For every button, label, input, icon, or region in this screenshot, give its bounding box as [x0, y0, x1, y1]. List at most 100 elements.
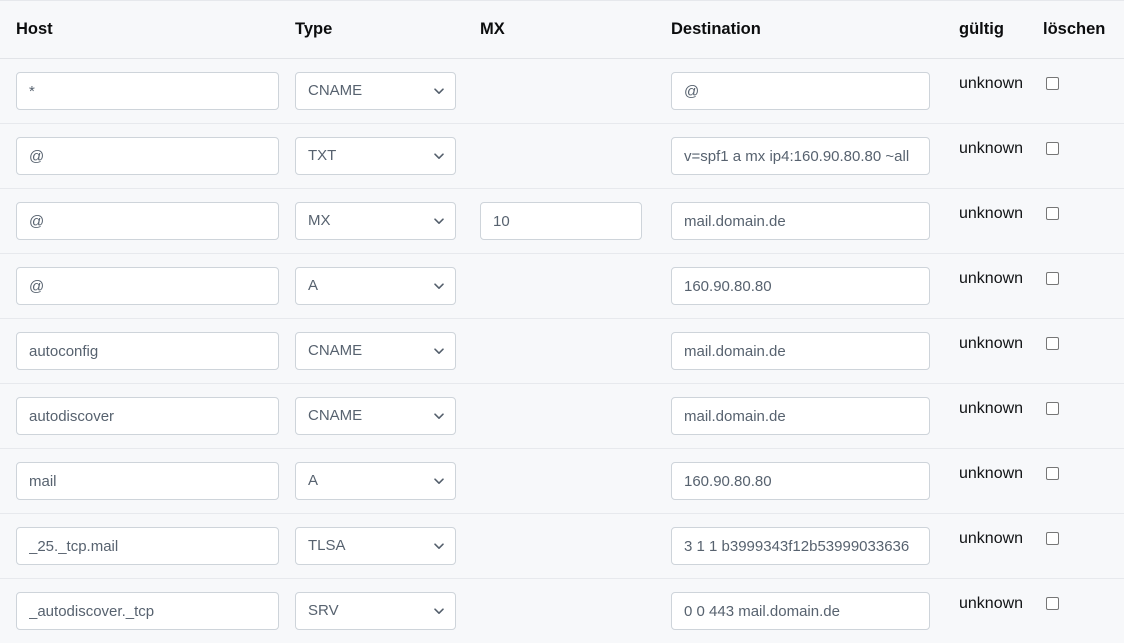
- host-input-wrapper: [16, 137, 279, 175]
- host-input[interactable]: [16, 137, 279, 175]
- host-input-wrapper: [16, 202, 279, 240]
- type-select[interactable]: AAAAACNAMEMXTXTSRVTLSANSCAA: [295, 137, 456, 175]
- cell-loeschen: [1038, 58, 1124, 124]
- cell-host: [0, 578, 287, 643]
- type-select[interactable]: AAAAACNAMEMXTXTSRVTLSANSCAA: [295, 592, 456, 630]
- host-input[interactable]: [16, 462, 279, 500]
- dns-records-table: Host Type MX Destination gültig löschen …: [0, 0, 1124, 643]
- host-input-wrapper: [16, 462, 279, 500]
- destination-input-wrapper: [671, 72, 930, 110]
- column-header-loeschen: löschen: [1038, 0, 1124, 59]
- destination-input[interactable]: [671, 462, 930, 500]
- type-select-wrapper: AAAAACNAMEMXTXTSRVTLSANSCAA: [295, 267, 456, 305]
- cell-host: [0, 58, 287, 124]
- cell-type: AAAAACNAMEMXTXTSRVTLSANSCAA: [287, 448, 472, 514]
- table-row: AAAAACNAMEMXTXTSRVTLSANSCAA unknown: [0, 58, 1124, 124]
- cell-mx: [472, 123, 658, 189]
- cell-mx: [472, 188, 658, 254]
- cell-host: [0, 513, 287, 579]
- validity-status: unknown: [959, 205, 1024, 222]
- cell-mx: [472, 448, 658, 514]
- cell-loeschen: [1038, 578, 1124, 643]
- cell-gueltig: unknown: [946, 383, 1038, 449]
- cell-host: [0, 448, 287, 514]
- table-row: AAAAACNAMEMXTXTSRVTLSANSCAA unknown: [0, 578, 1124, 643]
- host-input[interactable]: [16, 527, 279, 565]
- host-input[interactable]: [16, 397, 279, 435]
- cell-destination: [658, 253, 946, 319]
- cell-gueltig: unknown: [946, 188, 1038, 254]
- host-input[interactable]: [16, 267, 279, 305]
- table-row: AAAAACNAMEMXTXTSRVTLSANSCAA unknown: [0, 383, 1124, 449]
- host-input-wrapper: [16, 592, 279, 630]
- cell-destination: [658, 448, 946, 514]
- mx-priority-input[interactable]: [480, 202, 642, 240]
- table-row: AAAAACNAMEMXTXTSRVTLSANSCAA unknown: [0, 188, 1124, 254]
- destination-input[interactable]: [671, 137, 930, 175]
- cell-gueltig: unknown: [946, 578, 1038, 643]
- cell-gueltig: unknown: [946, 58, 1038, 124]
- cell-loeschen: [1038, 448, 1124, 514]
- host-input-wrapper: [16, 72, 279, 110]
- host-input[interactable]: [16, 202, 279, 240]
- cell-destination: [658, 188, 946, 254]
- cell-host: [0, 123, 287, 189]
- type-select[interactable]: AAAAACNAMEMXTXTSRVTLSANSCAA: [295, 72, 456, 110]
- type-select[interactable]: AAAAACNAMEMXTXTSRVTLSANSCAA: [295, 202, 456, 240]
- cell-loeschen: [1038, 123, 1124, 189]
- destination-input[interactable]: [671, 527, 930, 565]
- delete-checkbox[interactable]: [1046, 596, 1059, 610]
- destination-input[interactable]: [671, 72, 930, 110]
- cell-mx: [472, 58, 658, 124]
- type-select[interactable]: AAAAACNAMEMXTXTSRVTLSANSCAA: [295, 462, 456, 500]
- destination-input-wrapper: [671, 527, 930, 565]
- delete-checkbox[interactable]: [1046, 466, 1059, 480]
- destination-input-wrapper: [671, 462, 930, 500]
- cell-gueltig: unknown: [946, 253, 1038, 319]
- type-select-wrapper: AAAAACNAMEMXTXTSRVTLSANSCAA: [295, 202, 456, 240]
- cell-gueltig: unknown: [946, 318, 1038, 384]
- table-row: AAAAACNAMEMXTXTSRVTLSANSCAA unknown: [0, 123, 1124, 189]
- host-input-wrapper: [16, 267, 279, 305]
- delete-checkbox[interactable]: [1046, 531, 1059, 545]
- validity-status: unknown: [959, 270, 1024, 287]
- delete-checkbox[interactable]: [1046, 206, 1059, 220]
- destination-input-wrapper: [671, 592, 930, 630]
- type-select[interactable]: AAAAACNAMEMXTXTSRVTLSANSCAA: [295, 397, 456, 435]
- column-header-type: Type: [287, 0, 472, 59]
- destination-input[interactable]: [671, 592, 930, 630]
- host-input[interactable]: [16, 332, 279, 370]
- destination-input[interactable]: [671, 202, 930, 240]
- type-select-wrapper: AAAAACNAMEMXTXTSRVTLSANSCAA: [295, 72, 456, 110]
- cell-type: AAAAACNAMEMXTXTSRVTLSANSCAA: [287, 513, 472, 579]
- column-header-mx: MX: [472, 0, 658, 59]
- destination-input[interactable]: [671, 332, 930, 370]
- cell-destination: [658, 123, 946, 189]
- cell-loeschen: [1038, 318, 1124, 384]
- cell-type: AAAAACNAMEMXTXTSRVTLSANSCAA: [287, 318, 472, 384]
- destination-input[interactable]: [671, 397, 930, 435]
- cell-mx: [472, 383, 658, 449]
- cell-mx: [472, 513, 658, 579]
- type-select[interactable]: AAAAACNAMEMXTXTSRVTLSANSCAA: [295, 527, 456, 565]
- delete-checkbox[interactable]: [1046, 271, 1059, 285]
- delete-checkbox[interactable]: [1046, 76, 1059, 90]
- destination-input[interactable]: [671, 267, 930, 305]
- delete-checkbox[interactable]: [1046, 141, 1059, 155]
- delete-checkbox[interactable]: [1046, 401, 1059, 415]
- host-input[interactable]: [16, 592, 279, 630]
- mx-input-wrapper: [480, 202, 642, 240]
- cell-type: AAAAACNAMEMXTXTSRVTLSANSCAA: [287, 578, 472, 643]
- table-body: AAAAACNAMEMXTXTSRVTLSANSCAA unknown AAAAAC…: [0, 58, 1124, 643]
- type-select-wrapper: AAAAACNAMEMXTXTSRVTLSANSCAA: [295, 592, 456, 630]
- type-select-wrapper: AAAAACNAMEMXTXTSRVTLSANSCAA: [295, 332, 456, 370]
- cell-destination: [658, 58, 946, 124]
- cell-destination: [658, 578, 946, 643]
- validity-status: unknown: [959, 595, 1024, 612]
- type-select[interactable]: AAAAACNAMEMXTXTSRVTLSANSCAA: [295, 332, 456, 370]
- type-select[interactable]: AAAAACNAMEMXTXTSRVTLSANSCAA: [295, 267, 456, 305]
- type-select-wrapper: AAAAACNAMEMXTXTSRVTLSANSCAA: [295, 137, 456, 175]
- delete-checkbox[interactable]: [1046, 336, 1059, 350]
- host-input[interactable]: [16, 72, 279, 110]
- host-input-wrapper: [16, 527, 279, 565]
